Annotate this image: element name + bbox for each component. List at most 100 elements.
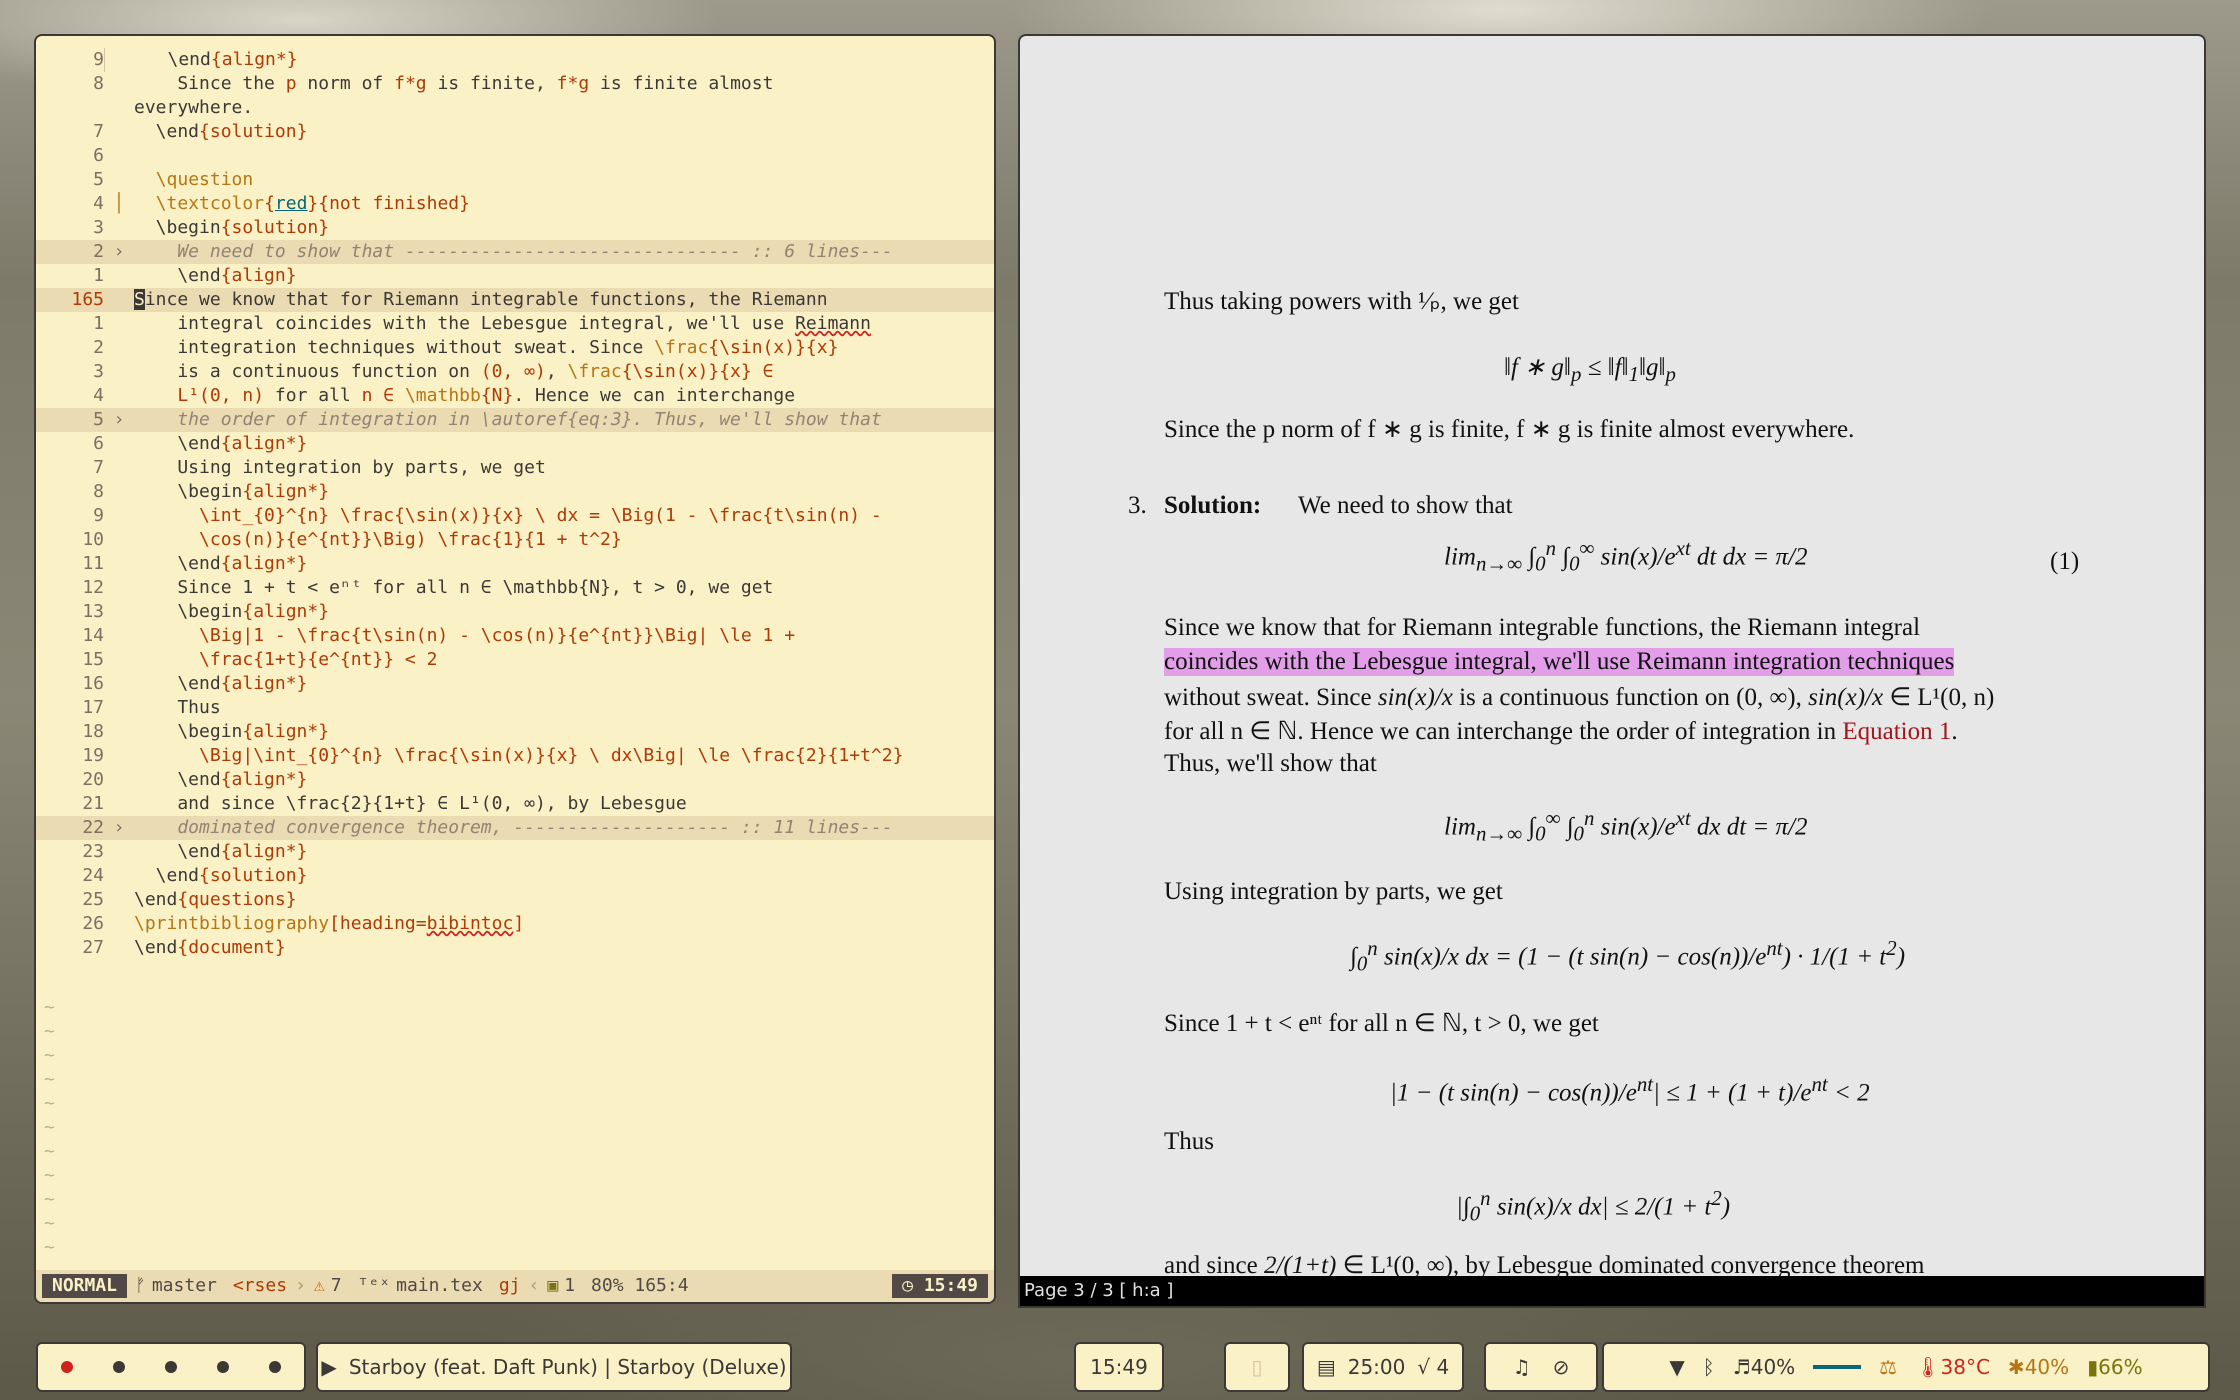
fold-chevron-icon[interactable]: ›: [104, 240, 134, 264]
editor-line[interactable]: 24 \end{solution}: [36, 864, 994, 888]
equation-swapped: limn→∞ ∫0∞ ∫0n sin(x)/ext dx dt = π/2: [1444, 806, 1808, 846]
equation-parts: ∫0n sin(x)/x dx = (1 − (t sin(n) − cos(n…: [1350, 936, 1906, 976]
bell-icon[interactable]: ♫: [1513, 1355, 1531, 1379]
statusline-clock: 15:49: [923, 1275, 978, 1296]
editor-line[interactable]: 14 \Big|1 - \frac{t\sin(n) - \cos(n)}{e^…: [36, 624, 994, 648]
thermometer-icon: 🌡: [1915, 1355, 1941, 1379]
buffer-count: 1: [564, 1275, 576, 1296]
editor-line[interactable]: 19 \Big|\int_{0}^{n} \frac{\sin(x)}{x} \…: [36, 744, 994, 768]
editor-line[interactable]: 3 \begin{solution}: [36, 216, 994, 240]
editor-line[interactable]: 6 \end{align*}: [36, 432, 994, 456]
editor-line[interactable]: 21 and since \frac{2}{1+t} ∈ L¹(0, ∞), b…: [36, 792, 994, 816]
volume-bar[interactable]: [1813, 1365, 1862, 1369]
editor-line[interactable]: 9 \int_{0}^{n} \frac{\sin(x)}{x} \ dx = …: [36, 504, 994, 528]
clipboard-icon: ▤: [1316, 1355, 1336, 1379]
pending-keys: gj: [498, 1275, 521, 1296]
workspace-4[interactable]: [217, 1361, 229, 1373]
editor-line[interactable]: 10 \cos(n)}{e^{nt}}\Big) \frac{1}{1 + t^…: [36, 528, 994, 552]
equation-reference-link[interactable]: Equation 1: [1842, 718, 1951, 745]
editor-line[interactable]: 23 \end{align*}: [36, 840, 994, 864]
editor-line[interactable]: 25 \end{questions}: [36, 888, 994, 912]
editor-line[interactable]: 4 │ \textcolor{red}{not finished}: [36, 192, 994, 216]
editor-line[interactable]: 7 Using integration by parts, we get: [36, 456, 994, 480]
editor-line[interactable]: 3 is a continuous function on (0, ∞), \f…: [36, 360, 994, 384]
context: <rses: [232, 1275, 288, 1296]
buffer-icon: ▣: [547, 1275, 559, 1296]
statusline: NORMAL ᚠ master <rses › ⚠ 7 ᵀᵉˣ main.tex gj…: [36, 1270, 994, 1302]
warning-count: 7: [330, 1275, 342, 1296]
pdf-page[interactable]: Thus taking powers with ¹⁄ₚ, we get ‖f ∗…: [1020, 36, 2204, 1279]
editor-line[interactable]: 17 Thus: [36, 696, 994, 720]
editor-line[interactable]: 11 \end{align*}: [36, 552, 994, 576]
editor-window[interactable]: 9 \end{align*} 8 Since the p norm of f*g…: [36, 36, 994, 1302]
volume-level: 40%: [1750, 1355, 1796, 1379]
editor-lines[interactable]: 9 \end{align*} 8 Since the p norm of f*g…: [36, 48, 994, 960]
battery-icon: ▮: [2087, 1355, 2099, 1379]
cursor-position: 80% 165:4: [591, 1275, 689, 1296]
folded-line[interactable]: 2 › We need to show that ----------------…: [36, 240, 994, 264]
editor-line[interactable]: 13 \begin{align*}: [36, 600, 994, 624]
fold-chevron-icon[interactable]: ›: [104, 408, 134, 432]
editor-line[interactable]: everywhere.: [36, 96, 994, 120]
equation-integral-bound: |∫0n sin(x)/x dx| ≤ 2/(1 + t2): [1456, 1186, 1731, 1226]
notification-controls[interactable]: ♫ ⊘: [1486, 1344, 1596, 1390]
workspace-switcher[interactable]: [38, 1344, 304, 1390]
equation-number: (1): [2050, 548, 2080, 575]
eye-slash-icon[interactable]: ⊘: [1553, 1355, 1570, 1379]
empty-buffer-tildes: ~ ~ ~ ~ ~ ~ ~ ~ ~ ~ ~ ~: [44, 997, 55, 1282]
editor-line[interactable]: 16 \end{align*}: [36, 672, 994, 696]
editor-line[interactable]: 9 \end{align*}: [36, 48, 994, 72]
tex-file-icon: ᵀᵉˣ: [357, 1275, 391, 1296]
git-branch-icon: ᚠ: [135, 1275, 146, 1296]
pomodoro-widget[interactable]: ▤ 25:00 √ 4: [1304, 1344, 1462, 1390]
warning-icon: ⚠: [313, 1275, 325, 1296]
editor-line[interactable]: 7 \end{solution}: [36, 120, 994, 144]
bluetooth-icon[interactable]: ᛒ: [1703, 1355, 1715, 1379]
editor-line[interactable]: 12 Since 1 + t < eⁿᵗ for all n ∈ \mathbb…: [36, 576, 994, 600]
editor-line[interactable]: 6: [36, 144, 994, 168]
editor-line[interactable]: 4 L¹(0, n) for all n ∈ \mathbb{N}. Hence…: [36, 384, 994, 408]
pdf-viewer[interactable]: Thus taking powers with ¹⁄ₚ, we get ‖f ∗…: [1020, 36, 2204, 1306]
editor-line[interactable]: 20 \end{align*}: [36, 768, 994, 792]
clock-icon: ◷: [902, 1275, 913, 1296]
editor-line[interactable]: 2 integration techniques without sweat. …: [36, 336, 994, 360]
editor-line[interactable]: 5 \question: [36, 168, 994, 192]
equation-bound: |1 − (t sin(n) − cos(n))/ent| ≤ 1 + (1 +…: [1390, 1072, 1870, 1107]
highlighted-sync-text: coincides with the Lebesgue integral, we…: [1164, 648, 1955, 676]
pomodoro-timer: 25:00: [1347, 1355, 1406, 1379]
editor-line[interactable]: 8 \begin{align*}: [36, 480, 994, 504]
media-player[interactable]: ▶ Starboy (feat. Daft Punk) | Starboy (D…: [318, 1344, 790, 1390]
current-line[interactable]: 165 Since we know that for Riemann integ…: [36, 288, 994, 312]
filename: main.tex: [396, 1275, 483, 1296]
folded-line[interactable]: 5 › the order of integration in \autoref{…: [36, 408, 994, 432]
editor-line[interactable]: 1 \end{align}: [36, 264, 994, 288]
workspace-2[interactable]: [113, 1361, 125, 1373]
fraction-1-over-p: ¹⁄ₚ: [1418, 288, 1441, 315]
editor-line[interactable]: 1 integral coincides with the Lebesgue i…: [36, 312, 994, 336]
balance-scale-icon: ⚖: [1879, 1355, 1898, 1379]
equation-young-inequality: ‖f ∗ g‖p ≤ ‖f‖1‖g‖p: [1504, 354, 1676, 386]
task-count: √ 4: [1417, 1355, 1450, 1379]
tray-slot[interactable]: ▯: [1226, 1344, 1288, 1390]
editor-line[interactable]: 27 \end{document}: [36, 936, 994, 960]
battery-level: 66%: [2098, 1355, 2143, 1379]
workspace-1[interactable]: [61, 1361, 73, 1373]
editor-line[interactable]: 18 \begin{align*}: [36, 720, 994, 744]
cpu-usage: 40%: [2024, 1355, 2070, 1379]
git-branch: master: [151, 1275, 217, 1296]
fold-chevron-icon[interactable]: ›: [104, 816, 134, 840]
editor-line[interactable]: 26 \printbibliography[heading=bibintoc]: [36, 912, 994, 936]
temperature: 38°C: [1940, 1355, 1990, 1379]
wifi-icon[interactable]: ▼: [1669, 1355, 1684, 1379]
editor-line[interactable]: 8 Since the p norm of f*g is finite, f*g…: [36, 72, 994, 96]
cpu-icon: ✱: [2007, 1355, 2025, 1379]
mode-indicator: NORMAL: [42, 1274, 128, 1298]
taskbar-clock[interactable]: 15:49: [1076, 1344, 1162, 1390]
play-icon[interactable]: ▶: [321, 1355, 336, 1379]
system-tray[interactable]: ▼ ᛒ ♬40% ⚖ 🌡38°C ✱40% ▮66%: [1604, 1344, 2208, 1390]
workspace-5[interactable]: [269, 1361, 281, 1373]
folded-line[interactable]: 22 › dominated convergence theorem, -----…: [36, 816, 994, 840]
editor-line[interactable]: 15 \frac{1+t}{e^{nt}} < 2: [36, 648, 994, 672]
equation-1: limn→∞ ∫0n ∫0∞ sin(x)/ext dt dx = π/2: [1444, 536, 1808, 576]
workspace-3[interactable]: [165, 1361, 177, 1373]
